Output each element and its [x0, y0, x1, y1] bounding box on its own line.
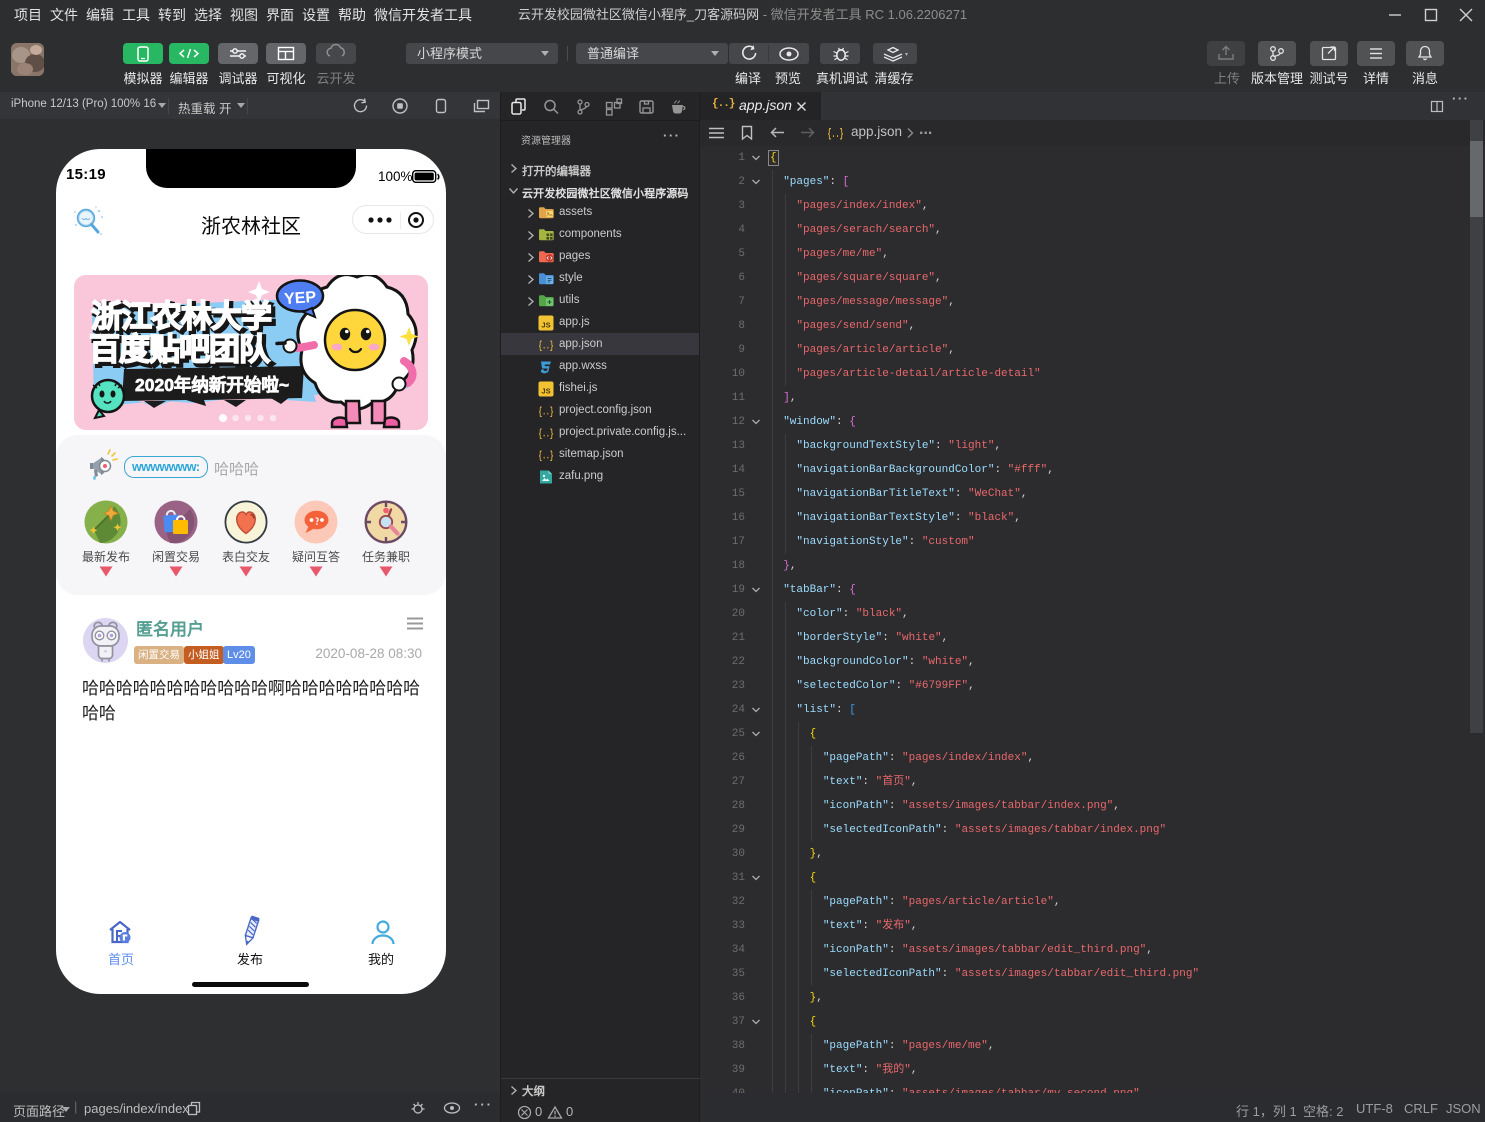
- svg-text:JS: JS: [541, 320, 550, 329]
- svg-text:{..}: {..}: [539, 340, 554, 352]
- svg-text:{..}: {..}: [539, 406, 554, 418]
- svg-text:YEP: YEP: [284, 289, 317, 308]
- svg-text:浙江农林大学: 浙江农林大学: [91, 299, 271, 334]
- svg-text:{..}: {..}: [539, 428, 554, 440]
- svg-text:JS: JS: [541, 386, 550, 395]
- svg-text:百度贴吧团队: 百度贴吧团队: [89, 332, 271, 367]
- svg-text:{..}: {..}: [828, 127, 844, 140]
- svg-text:{..}: {..}: [539, 450, 554, 462]
- svg-text:2020年纳新开始啦~: 2020年纳新开始啦~: [135, 375, 289, 395]
